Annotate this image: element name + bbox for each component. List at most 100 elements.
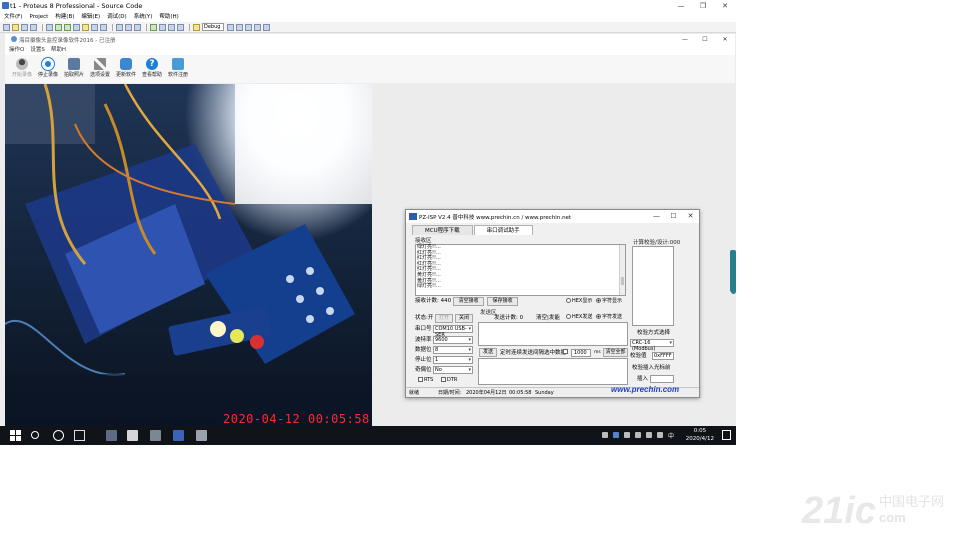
dtr-checkbox[interactable]: DTR [441, 377, 457, 384]
menu-help[interactable]: 帮助(H) [159, 12, 178, 22]
recv-char-radio[interactable]: 字符显示 [596, 298, 622, 305]
tab-serial-debug[interactable]: 串口调试助手 [473, 225, 533, 235]
save-recv-button[interactable]: 保存接收 [487, 297, 518, 306]
tray-shield-icon[interactable] [613, 432, 619, 438]
new-source-icon[interactable] [116, 23, 123, 31]
recv-textarea[interactable]: 绿灯亮!!... 红灯亮!!... 红灯亮!!... 红灯亮!!... 红灯亮!… [415, 244, 626, 296]
insert-input[interactable] [650, 375, 674, 383]
send-hex-radio[interactable]: HEX发送 [566, 314, 592, 321]
bookmark-icon[interactable] [263, 23, 270, 31]
config-icon[interactable] [193, 23, 200, 31]
help-button[interactable]: ? 查看帮助 [139, 55, 165, 83]
clear-recv-button[interactable]: 清空接收 [453, 297, 484, 306]
source-code-icon[interactable] [91, 23, 98, 31]
send-button[interactable]: 发送 [479, 348, 497, 357]
tab-mcu-download[interactable]: MCU程序下载 [412, 225, 473, 235]
minimize-button[interactable]: — [670, 0, 692, 12]
task-view-icon[interactable] [74, 430, 85, 441]
camera-maximize-button[interactable]: ☐ [695, 34, 715, 45]
menu-file[interactable]: 文件(F) [4, 12, 22, 22]
restore-button[interactable]: ❐ [692, 0, 714, 12]
taskbar-app-isp-icon[interactable] [196, 430, 207, 441]
tray-battery-icon[interactable] [646, 432, 652, 438]
isp-close-button[interactable]: ✕ [682, 210, 699, 223]
take-photo-button[interactable]: 拍取照片 [61, 55, 87, 83]
run-icon[interactable] [227, 23, 234, 31]
windows-start-icon[interactable] [10, 430, 21, 441]
stop-build-icon[interactable] [168, 23, 175, 31]
copy-icon[interactable] [125, 23, 132, 31]
taskbar-app-proteus-icon[interactable] [173, 430, 184, 441]
options-button[interactable]: 选项设置 [87, 55, 113, 83]
build-config-select[interactable]: Debug [202, 23, 224, 31]
open-port-button[interactable]: 打开 [435, 314, 453, 323]
tray-app-icon[interactable] [635, 432, 641, 438]
undo-icon[interactable] [236, 23, 243, 31]
cortana-icon[interactable] [53, 430, 64, 441]
tray-chevron-icon[interactable] [602, 432, 608, 438]
port-select[interactable]: COM10 USB-SER [433, 325, 473, 338]
menu-project[interactable]: Project [29, 12, 48, 22]
menu-help[interactable]: 帮助H [51, 45, 66, 55]
send-char-radio[interactable]: 字符发送 [596, 314, 622, 321]
parity-select[interactable]: No [433, 366, 473, 374]
schematic-icon[interactable] [55, 23, 62, 31]
send-data-textarea[interactable] [478, 358, 628, 385]
menu-operate[interactable]: 操作O [9, 45, 24, 55]
timed-send-checkbox[interactable] [563, 349, 569, 356]
update-button[interactable]: 更新软件 [113, 55, 139, 83]
camera-minimize-button[interactable]: — [675, 34, 695, 45]
taskbar-app-explorer-icon[interactable] [106, 430, 117, 441]
menu-settings[interactable]: 设置S [30, 45, 45, 55]
save-icon[interactable] [21, 23, 28, 31]
recv-hex-radio[interactable]: HEX显示 [566, 298, 592, 305]
build-icon[interactable] [150, 23, 157, 31]
menu-build[interactable]: 构建(B) [55, 12, 74, 22]
pcb-icon[interactable] [64, 23, 71, 31]
interval-input[interactable]: 1000 [571, 349, 591, 357]
close-port-button[interactable]: 关闭 [455, 314, 473, 323]
search-icon[interactable] [31, 431, 39, 439]
taskbar-app-camera-icon[interactable] [127, 430, 138, 441]
menu-system[interactable]: 系统(Y) [134, 12, 153, 22]
close-file-icon[interactable] [30, 23, 37, 31]
register-button[interactable]: 软件注册 [165, 55, 191, 83]
menu-edit[interactable]: 编辑(E) [81, 12, 100, 22]
baud-select[interactable]: 9600 [433, 336, 473, 344]
camera-close-button[interactable]: ✕ [715, 34, 735, 45]
recv-scrollbar[interactable] [619, 245, 625, 295]
gerber-icon[interactable] [73, 23, 80, 31]
stop-record-button[interactable]: 停止录像 [35, 55, 61, 83]
prechin-logo[interactable]: www.prechin.com [611, 385, 679, 394]
checksum-textarea[interactable] [632, 246, 674, 326]
clear-send-label[interactable]: 清空|发能 [536, 314, 560, 322]
rts-checkbox[interactable]: RTS [418, 377, 433, 384]
bom-icon[interactable] [82, 23, 89, 31]
start-record-button[interactable]: 开始录像 [9, 55, 35, 83]
check-value-field[interactable]: 0xFFFF [652, 352, 674, 360]
tray-network-icon[interactable] [624, 432, 630, 438]
check-method-select[interactable]: CRC-16 (Modbus) [630, 339, 674, 352]
home-icon[interactable] [46, 23, 53, 31]
menu-debug[interactable]: 调试(D) [107, 12, 127, 22]
new-file-icon[interactable] [3, 23, 10, 31]
isp-maximize-button[interactable]: ☐ [665, 210, 682, 223]
taskbar-app-tool-icon[interactable] [150, 430, 161, 441]
stop-bits-select[interactable]: 1 [433, 356, 473, 364]
rebuild-icon[interactable] [159, 23, 166, 31]
help-topics-icon[interactable] [100, 23, 107, 31]
settings-icon[interactable] [177, 23, 184, 31]
open-folder-icon[interactable] [12, 23, 19, 31]
close-button[interactable]: ✕ [714, 0, 736, 12]
taskbar-clock[interactable]: 0:05 2020/4/12 [686, 427, 714, 443]
input-language-indicator[interactable]: 中 [668, 431, 674, 440]
find-icon[interactable] [254, 23, 261, 31]
notification-center-icon[interactable] [722, 430, 731, 440]
data-bits-select[interactable]: 8 [433, 346, 473, 354]
paste-icon[interactable] [134, 23, 141, 31]
send-textarea[interactable] [478, 322, 628, 346]
tray-volume-icon[interactable] [657, 432, 663, 438]
clear-all-button[interactable]: 清空全部 [603, 348, 628, 357]
redo-icon[interactable] [245, 23, 252, 31]
isp-minimize-button[interactable]: — [648, 210, 665, 223]
